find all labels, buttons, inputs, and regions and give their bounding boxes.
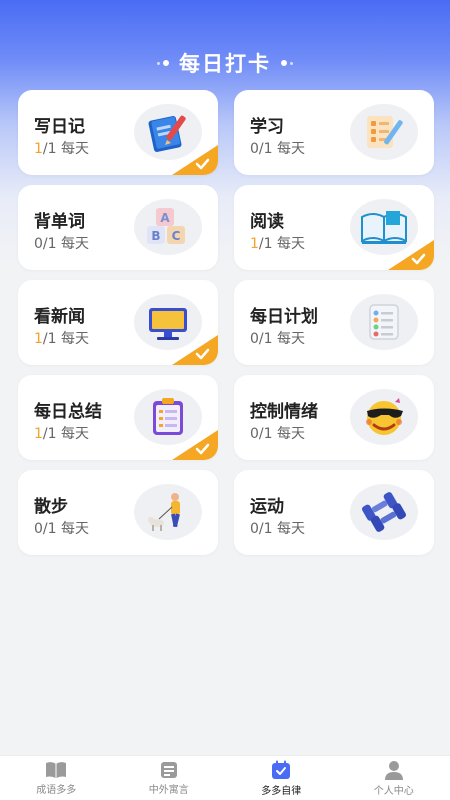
habit-progress: 0/1 每天 bbox=[34, 521, 89, 537]
habit-grid: 写日记 1/1 每天 学习 0/1 每天 背单词 0/1 每天 A B C 阅读… bbox=[18, 90, 434, 555]
habit-name: 运动 bbox=[250, 497, 284, 517]
habit-name: 阅读 bbox=[250, 212, 284, 232]
habit-progress: 0/1 每天 bbox=[34, 236, 89, 252]
cool-emoji-icon bbox=[350, 389, 418, 445]
svg-text:C: C bbox=[172, 229, 181, 243]
habit-card-emotion-control[interactable]: 控制情绪 0/1 每天 bbox=[234, 375, 434, 460]
habit-card-vocabulary[interactable]: 背单词 0/1 每天 A B C bbox=[18, 185, 218, 270]
tab-label: 个人中心 bbox=[373, 785, 414, 797]
checked-corner-icon bbox=[388, 240, 434, 270]
habit-card-exercise[interactable]: 运动 0/1 每天 bbox=[234, 470, 434, 555]
habit-card-daily-summary[interactable]: 每日总结 1/1 每天 bbox=[18, 375, 218, 460]
habit-card-study[interactable]: 学习 0/1 每天 bbox=[234, 90, 434, 175]
habit-progress: 1/1 每天 bbox=[250, 236, 305, 252]
bottom-tab-bar: 成语多多 中外寓言 多多自律 个人中心 bbox=[0, 755, 450, 800]
title-deco-left bbox=[157, 60, 169, 66]
habit-progress: 0/1 每天 bbox=[250, 521, 305, 537]
plan-list-icon bbox=[350, 294, 418, 350]
habit-name: 写日记 bbox=[34, 117, 85, 137]
document-icon bbox=[160, 761, 177, 778]
page-title: 每日打卡 bbox=[179, 52, 271, 76]
page-header: 每日打卡 bbox=[0, 46, 450, 80]
habit-progress: 1/1 每天 bbox=[34, 331, 89, 347]
tab-label: 中外寓言 bbox=[148, 784, 189, 796]
habit-name: 每日总结 bbox=[34, 402, 102, 422]
habit-card-walk[interactable]: 散步 0/1 每天 bbox=[18, 470, 218, 555]
habit-card-diary[interactable]: 写日记 1/1 每天 bbox=[18, 90, 218, 175]
habit-name: 散步 bbox=[34, 497, 68, 517]
habit-progress: 1/1 每天 bbox=[34, 141, 89, 157]
calendar-check-icon bbox=[272, 760, 291, 779]
habit-progress: 0/1 每天 bbox=[250, 331, 305, 347]
habit-name: 看新闻 bbox=[34, 307, 85, 327]
habit-progress: 0/1 每天 bbox=[250, 141, 305, 157]
tab-fables[interactable]: 中外寓言 bbox=[113, 756, 226, 800]
habit-name: 每日计划 bbox=[250, 307, 318, 327]
habit-card-news[interactable]: 看新闻 1/1 每天 bbox=[18, 280, 218, 365]
abc-blocks-icon: A B C bbox=[134, 199, 202, 255]
habit-name: 背单词 bbox=[34, 212, 85, 232]
habit-card-daily-plan[interactable]: 每日计划 0/1 每天 bbox=[234, 280, 434, 365]
checked-corner-icon bbox=[172, 335, 218, 365]
title-deco-right bbox=[281, 60, 293, 66]
walking-dog-icon bbox=[134, 484, 202, 540]
tab-label: 成语多多 bbox=[36, 784, 77, 796]
tab-self-discipline[interactable]: 多多自律 bbox=[225, 756, 338, 800]
habit-progress: 0/1 每天 bbox=[250, 426, 305, 442]
checked-corner-icon bbox=[172, 430, 218, 460]
checked-corner-icon bbox=[172, 145, 218, 175]
habit-card-reading[interactable]: 阅读 1/1 每天 bbox=[234, 185, 434, 270]
person-icon bbox=[384, 760, 403, 780]
habit-progress: 1/1 每天 bbox=[34, 426, 89, 442]
habit-name: 学习 bbox=[250, 117, 284, 137]
tab-label: 多多自律 bbox=[261, 785, 302, 797]
checklist-pen-icon bbox=[350, 104, 418, 160]
svg-text:A: A bbox=[160, 211, 170, 225]
tab-profile[interactable]: 个人中心 bbox=[338, 756, 450, 800]
svg-text:B: B bbox=[151, 229, 160, 243]
dumbbell-icon bbox=[350, 484, 418, 540]
book-icon bbox=[46, 761, 67, 778]
tab-idioms[interactable]: 成语多多 bbox=[0, 756, 113, 800]
habit-name: 控制情绪 bbox=[250, 402, 318, 422]
